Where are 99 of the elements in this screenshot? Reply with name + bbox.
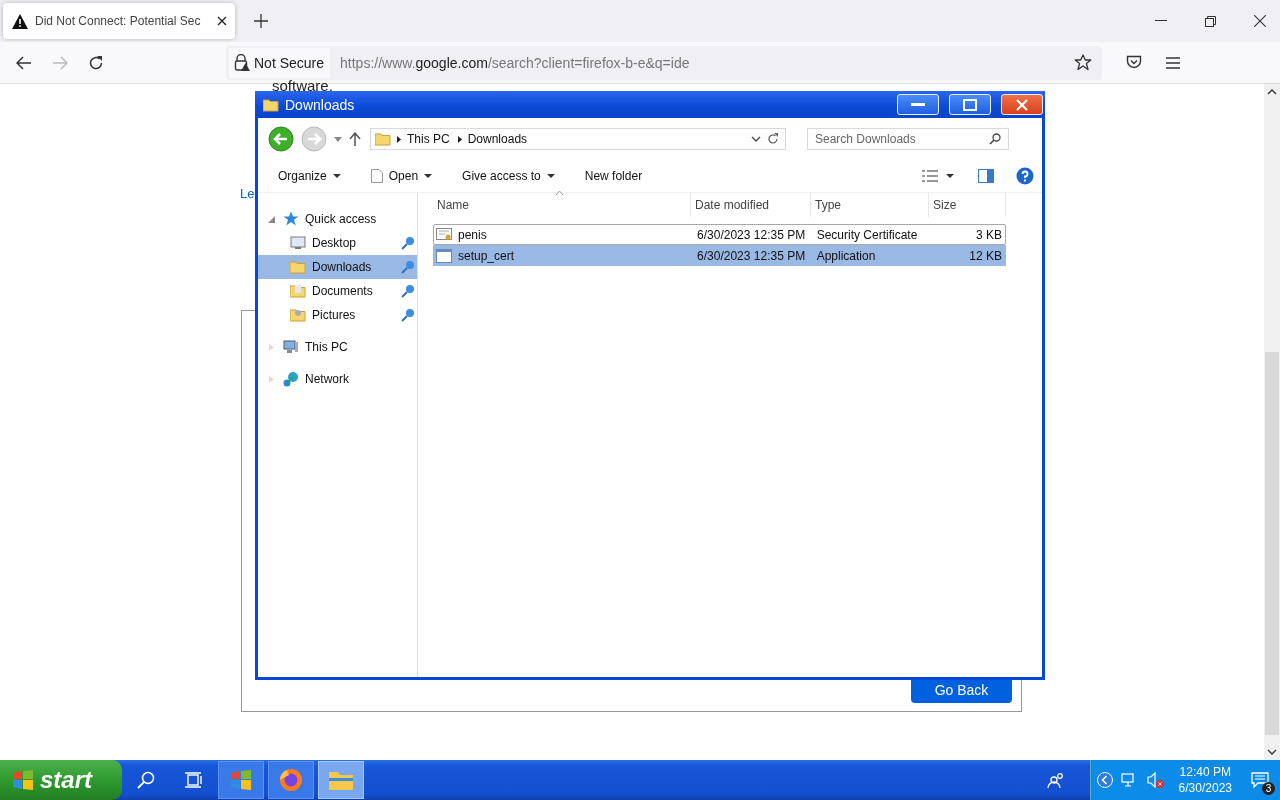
file-row[interactable]: penis 6/30/2023 12:35 PM Security Certificate 3 KB (433, 224, 1006, 245)
volume-muted-icon[interactable] (1146, 772, 1165, 788)
table-cell-text: 12 KB (968, 248, 1003, 263)
file-row[interactable]: setup_cert 6/30/2023 12:35 PM Application 12 KB (433, 245, 1006, 266)
up-arrow-icon[interactable] (349, 132, 361, 146)
caret-icon (424, 174, 433, 178)
body-text: software. (272, 78, 333, 94)
address-field[interactable]: This PC Downloads (370, 128, 786, 150)
start-button[interactable]: start (0, 760, 122, 800)
folder-icon (290, 308, 306, 322)
clock-time[interactable]: 12:40 PM (1179, 764, 1231, 780)
nav-item[interactable]: Pictures (258, 303, 417, 327)
menu-icon[interactable] (1166, 56, 1180, 69)
sort-caret-icon (556, 191, 563, 195)
file-name: penis (458, 227, 487, 242)
link[interactable]: Le (240, 186, 255, 201)
browser-icon (279, 768, 303, 792)
bookmark-star-icon[interactable] (1074, 54, 1092, 71)
caret-icon (332, 174, 341, 178)
document-icon (370, 169, 383, 183)
taskbar-app[interactable] (268, 761, 314, 799)
search-field[interactable]: Search Downloads (807, 128, 1009, 150)
nav-item[interactable]: Documents (258, 279, 417, 303)
clock-date[interactable]: 6/30/2023 (1178, 780, 1232, 796)
caret-icon (546, 174, 555, 178)
close-icon (1016, 98, 1028, 111)
nav-item[interactable]: Desktop (258, 231, 417, 255)
folder-icon (290, 284, 306, 298)
close-button[interactable] (1001, 94, 1043, 115)
expand-arrow-icon[interactable] (268, 215, 275, 223)
close-icon[interactable] (1254, 15, 1266, 27)
search-icon (989, 133, 1001, 145)
pocket-icon[interactable] (1126, 55, 1142, 70)
restore-icon[interactable] (1205, 15, 1216, 27)
column-header[interactable]: Date modified (691, 193, 811, 217)
scrollbar[interactable] (1264, 84, 1280, 760)
close-icon[interactable] (217, 16, 227, 26)
desktop-icon (290, 236, 306, 250)
dropdown-icon[interactable] (751, 136, 761, 142)
minimize-icon[interactable] (1155, 20, 1167, 22)
security-indicator[interactable]: Not Secure (229, 47, 331, 78)
folder-icon (375, 132, 391, 146)
minimize-button[interactable] (897, 94, 939, 115)
table-cell-text: 6/30/2023 12:35 PM (696, 248, 807, 263)
folder-icon (329, 770, 353, 790)
computer-icon (283, 339, 299, 355)
folder-icon (263, 97, 279, 112)
notifications-button[interactable]: 3 (1240, 760, 1280, 800)
maximize-icon (963, 98, 977, 111)
column-header[interactable]: Size (929, 193, 1006, 217)
back-icon[interactable] (16, 55, 32, 70)
table-cell-text: Security Certificate (815, 227, 919, 242)
windows-logo-icon (12, 770, 34, 790)
chevron-left-icon[interactable] (1096, 772, 1113, 788)
refresh-icon[interactable] (767, 133, 779, 145)
application-icon (436, 248, 452, 263)
toolbar-button[interactable]: Organize (272, 167, 347, 185)
breadcrumb-item[interactable]: Downloads (467, 132, 528, 146)
windows-logo-icon (230, 770, 252, 790)
caret-icon[interactable] (946, 174, 954, 178)
view-options-icon[interactable] (922, 170, 938, 182)
chevron-icon (457, 135, 462, 143)
column-header[interactable]: Name (433, 193, 691, 217)
chevron-icon (397, 135, 401, 143)
breadcrumb-item[interactable]: This PC (407, 132, 450, 146)
maximize-button[interactable] (949, 94, 991, 115)
window-title: Downloads (285, 96, 355, 113)
toolbar-button[interactable]: New folder (578, 167, 649, 185)
notification-count: 3 (1262, 782, 1275, 795)
preview-pane-icon[interactable] (978, 169, 994, 183)
nav-item[interactable]: Quick access (305, 212, 377, 226)
scroll-up-icon[interactable] (1267, 89, 1277, 95)
reload-icon[interactable] (88, 54, 104, 71)
new-tab-icon[interactable] (254, 14, 268, 28)
table-cell-text: 6/30/2023 12:35 PM (696, 227, 807, 242)
toolbar-button[interactable]: Give access to (456, 167, 561, 185)
file-name: setup_cert (458, 248, 515, 263)
task-view-icon[interactable] (185, 772, 203, 788)
folder-icon (290, 260, 306, 274)
star-icon (283, 211, 299, 227)
column-header[interactable]: Type (811, 193, 929, 217)
address-bar[interactable]: Not Secure https://www.google.com/search?client=firefox-b-e&q=ide (226, 45, 1102, 80)
nav-item[interactable]: This PC (305, 340, 348, 354)
browser-tab[interactable]: Did Not Connect: Potential Sec (3, 3, 235, 39)
nav-item[interactable]: Network (305, 372, 349, 386)
nav-item[interactable]: Downloads (258, 255, 417, 279)
help-icon[interactable] (1016, 167, 1034, 185)
warning-icon (12, 13, 28, 29)
url-text: https://www.google.com/search?client=firefox-b-e&q=ide (340, 54, 690, 71)
minimize-icon (911, 103, 925, 106)
toolbar-button[interactable]: Open (364, 167, 439, 185)
people-icon[interactable] (1046, 772, 1065, 788)
certificate-icon (436, 227, 452, 242)
network-icon (283, 371, 299, 387)
scroll-down-icon[interactable] (1267, 749, 1277, 755)
search-icon[interactable] (137, 771, 155, 789)
table-cell-text: 3 KB (974, 227, 1003, 242)
table-cell-text: Application (815, 248, 877, 263)
lock-warning-icon (234, 54, 250, 71)
